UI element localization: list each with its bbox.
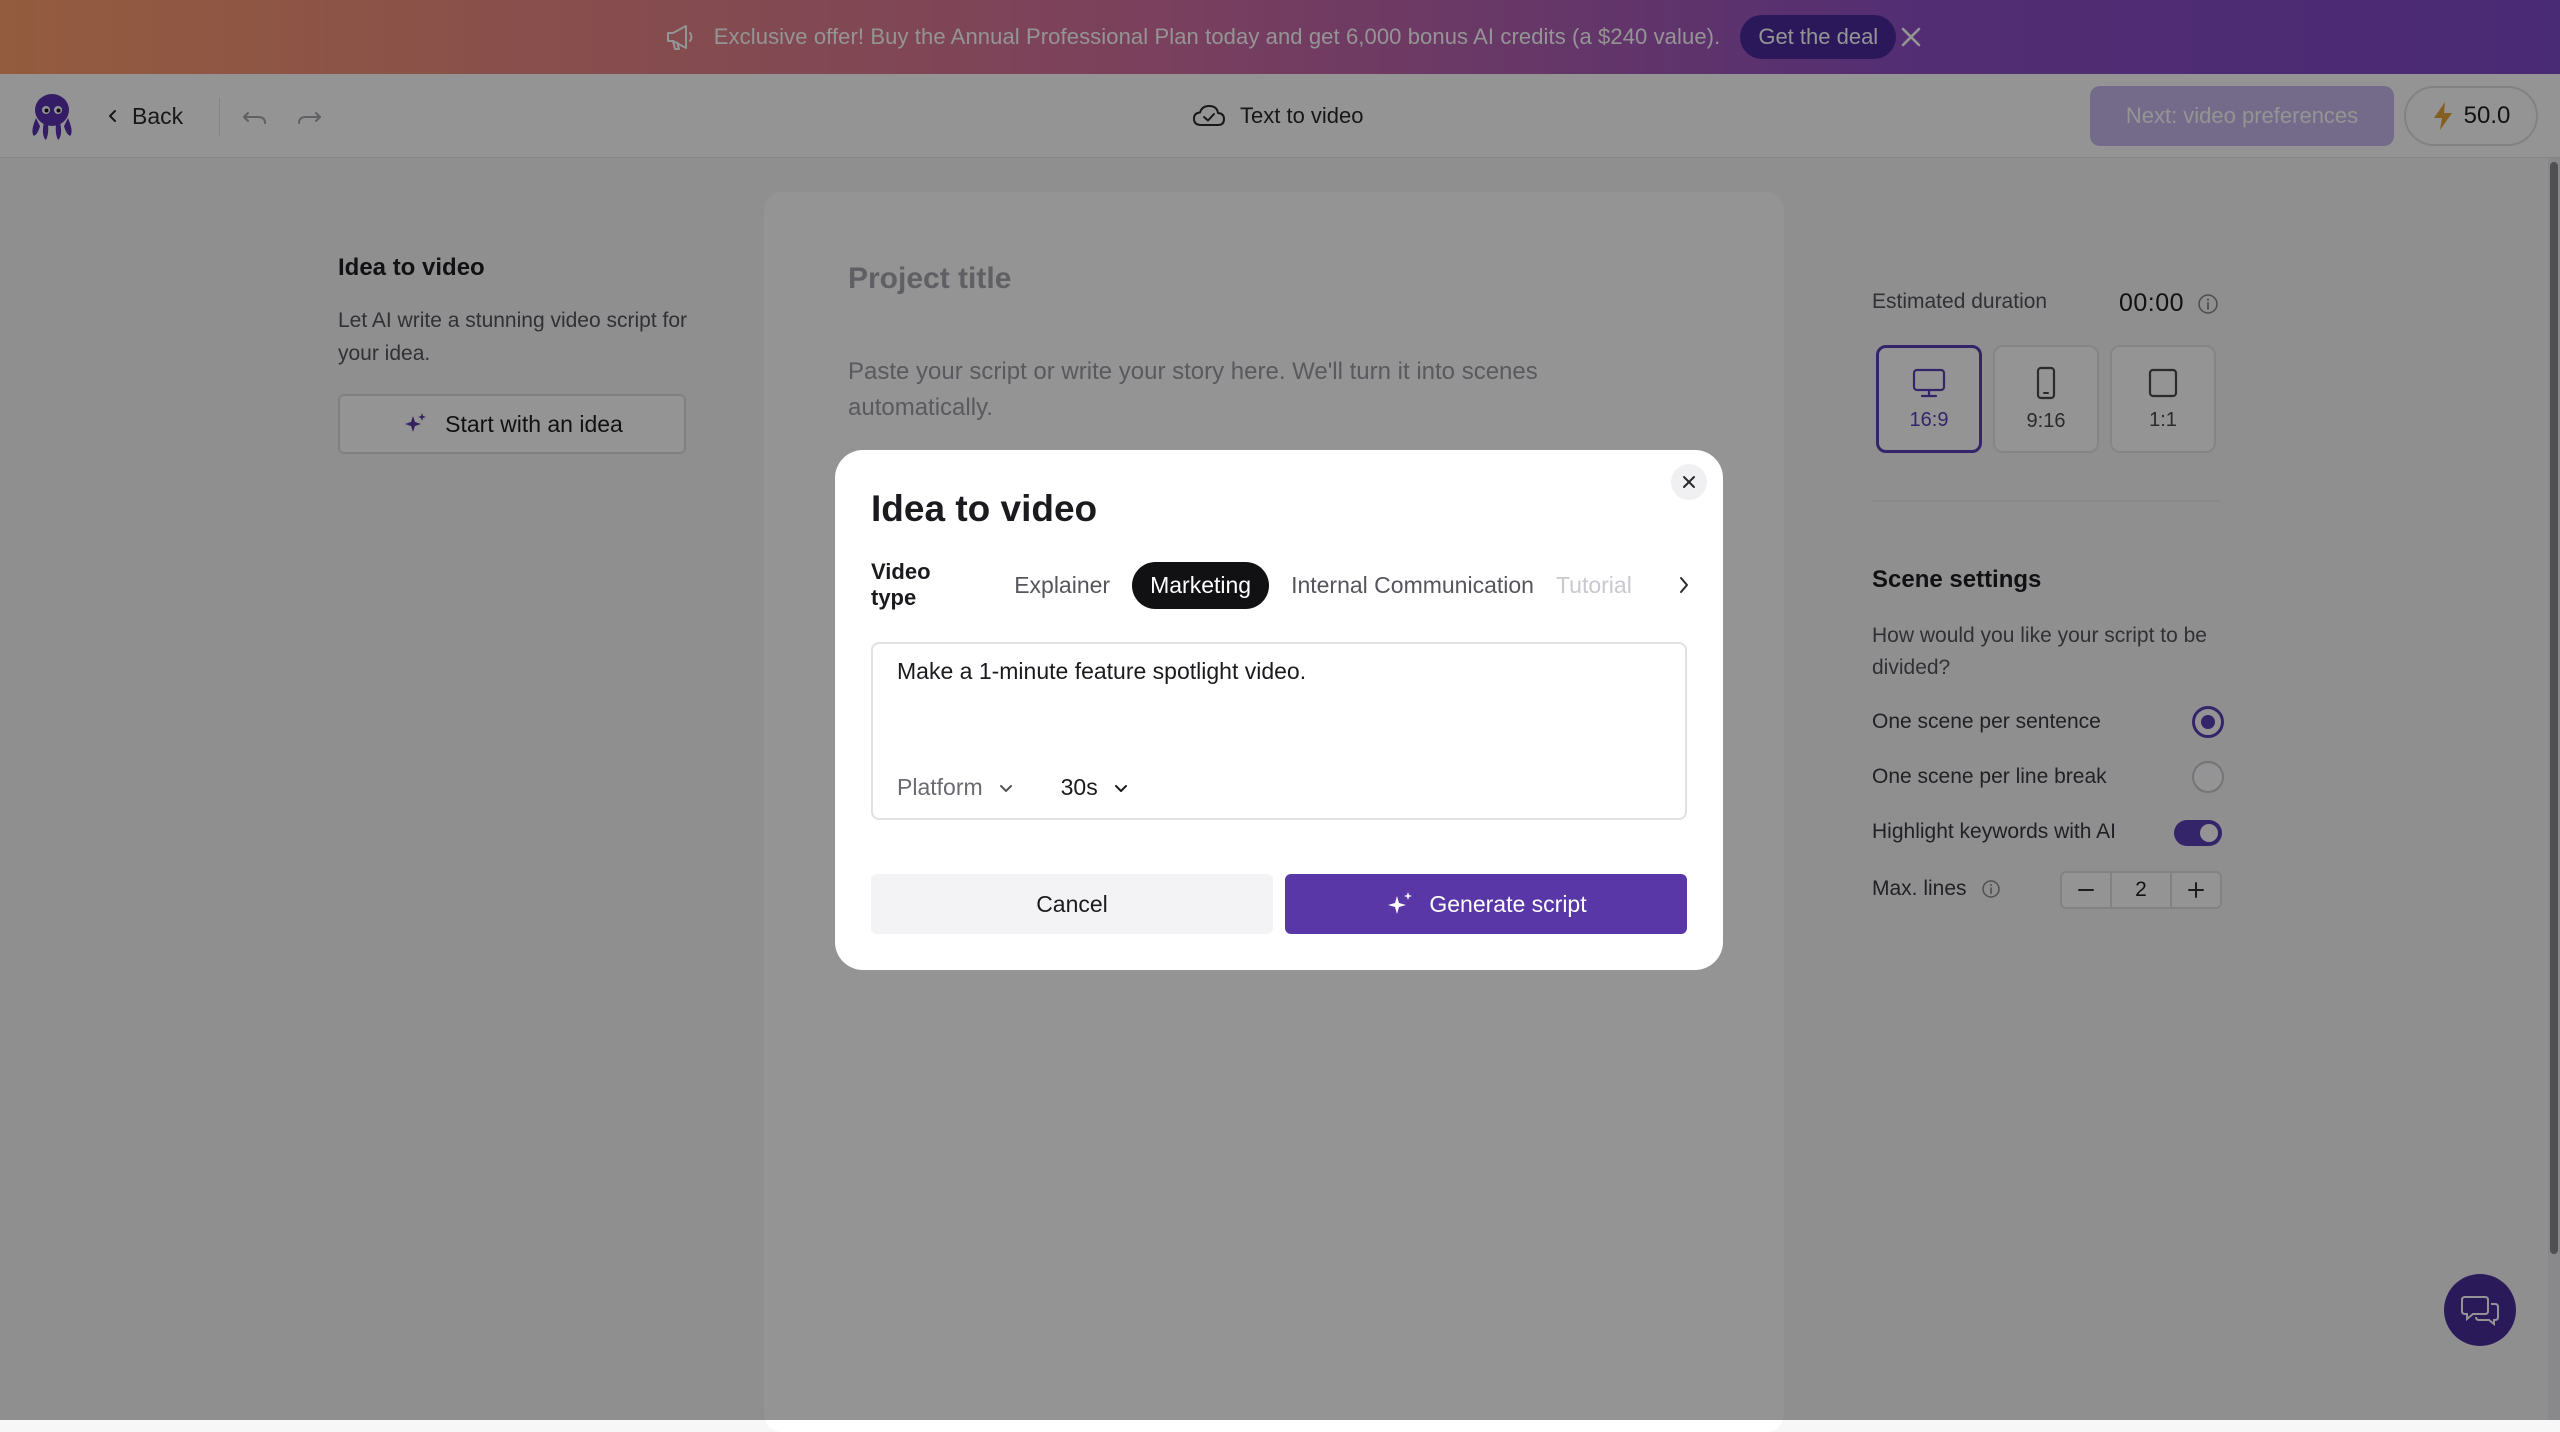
chevron-down-icon bbox=[997, 779, 1015, 797]
duration-dropdown[interactable]: 30s bbox=[1061, 774, 1130, 801]
duration-value: 30s bbox=[1060, 774, 1098, 800]
prompt-options: Platform 30s bbox=[897, 774, 1130, 801]
cancel-label: Cancel bbox=[1036, 890, 1108, 917]
idea-prompt-input[interactable]: Make a 1-minute feature spotlight video.… bbox=[871, 642, 1687, 820]
idea-to-video-dialog: Idea to video Video type Explainer Marke… bbox=[835, 450, 1723, 970]
generate-script-button[interactable]: Generate script bbox=[1285, 874, 1687, 934]
sparkle-icon bbox=[1385, 889, 1415, 919]
tab-marketing[interactable]: Marketing bbox=[1132, 561, 1270, 609]
dialog-title: Idea to video bbox=[871, 488, 1098, 529]
video-type-row: Video type Explainer Marketing Internal … bbox=[871, 559, 1691, 610]
tab-internal-communication[interactable]: Internal Communication bbox=[1291, 563, 1534, 608]
close-icon[interactable] bbox=[1671, 464, 1707, 500]
cancel-button[interactable]: Cancel bbox=[871, 874, 1273, 934]
tab-explainer[interactable]: Explainer bbox=[1014, 563, 1110, 608]
video-type-label: Video type bbox=[871, 559, 931, 610]
tab-tutorial[interactable]: Tutorial bbox=[1556, 563, 1632, 608]
idea-prompt-text[interactable]: Make a 1-minute feature spotlight video. bbox=[897, 658, 1306, 685]
platform-dropdown[interactable]: Platform bbox=[897, 774, 1015, 801]
video-type-tabs: Explainer Marketing Internal Communicati… bbox=[1014, 561, 1691, 609]
platform-label: Platform bbox=[897, 774, 983, 800]
generate-label: Generate script bbox=[1429, 890, 1587, 917]
chevron-down-icon bbox=[1112, 779, 1130, 797]
chevron-right-icon[interactable] bbox=[1671, 572, 1697, 598]
